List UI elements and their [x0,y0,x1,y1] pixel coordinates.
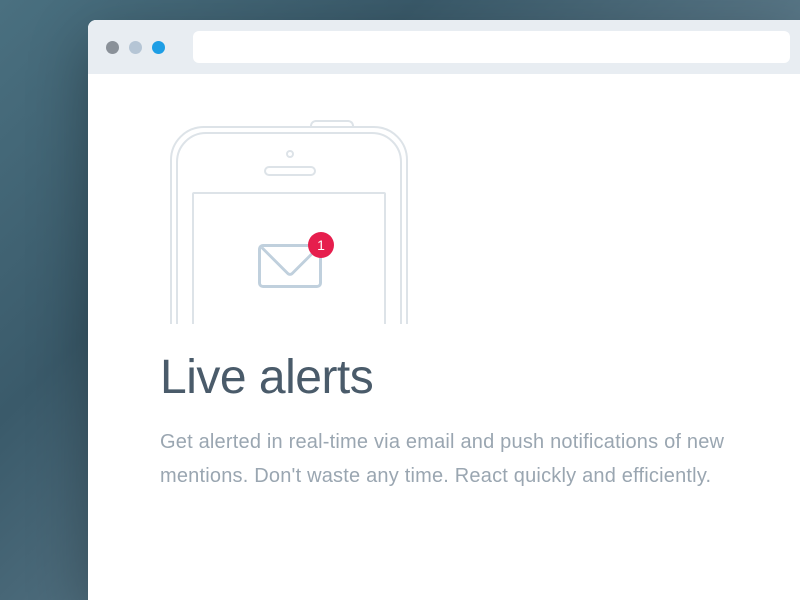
phone-camera-icon [286,150,294,158]
phone-volume-down-icon [170,248,172,274]
browser-chrome [88,20,800,74]
window-close-button[interactable] [106,41,119,54]
envelope-icon: 1 [258,244,322,292]
phone-speaker-icon [264,166,316,176]
browser-window: 1 Live alerts Get alerted in real-time v… [88,20,800,600]
phone-volume-up-icon [170,208,172,234]
window-minimize-button[interactable] [129,41,142,54]
phone-illustration: 1 [170,114,430,324]
notification-badge: 1 [308,232,334,258]
window-maximize-button[interactable] [152,41,165,54]
feature-heading: Live alerts [160,350,736,405]
page-content: 1 Live alerts Get alerted in real-time v… [88,74,800,493]
feature-description: Get alerted in real-time via email and p… [160,425,736,493]
url-bar[interactable] [193,31,790,63]
